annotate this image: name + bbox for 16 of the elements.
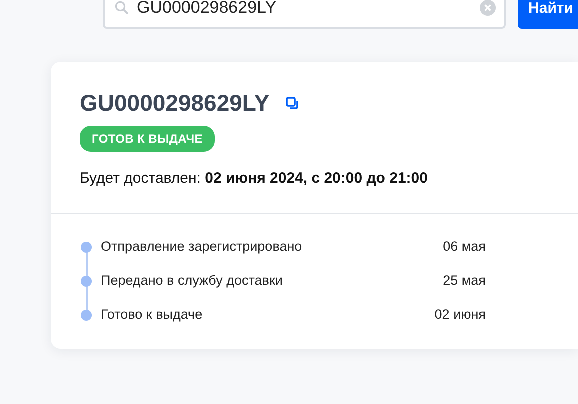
event-date: 02 июня [434, 306, 486, 324]
event-text: Готово к выдаче [101, 306, 204, 324]
search-field[interactable]: GU0000298629LY [103, 0, 506, 29]
timeline-dot [81, 242, 92, 253]
event-text: Передано в службу доставки [101, 272, 284, 290]
event-date: 06 мая [443, 238, 486, 256]
timeline-dot [81, 310, 92, 321]
event-text: Отправление зарегистрировано [101, 238, 304, 256]
delivery-text: Будет доставлен: 02 июня 2024, с 20:00 до 21:00 [80, 168, 429, 189]
tracking-number: GU0000298629LY [80, 90, 270, 118]
copy-icon[interactable] [286, 97, 299, 110]
search-icon [115, 1, 129, 15]
status-badge: ГОТОВ К ВЫДАЧЕ [80, 126, 215, 152]
search-button[interactable]: Найти [518, 0, 578, 29]
event-date: 25 мая [443, 272, 486, 290]
timeline-dot [81, 276, 92, 287]
